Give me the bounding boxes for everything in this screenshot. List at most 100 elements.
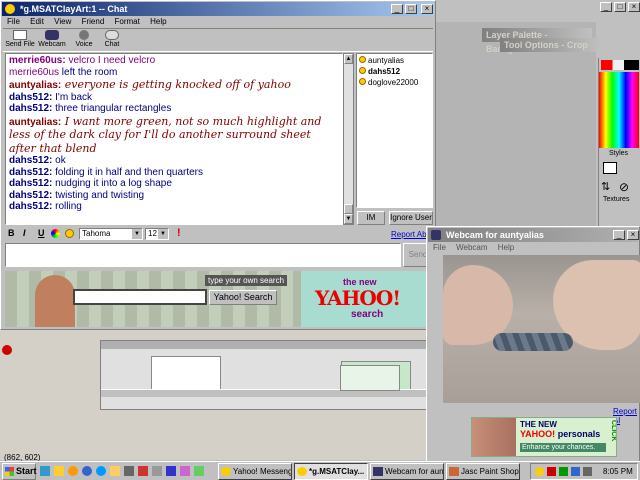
ad-person-image xyxy=(35,275,75,327)
media-icon[interactable] xyxy=(124,466,134,476)
app-icon[interactable] xyxy=(138,466,148,476)
chat-message: less of the dark clay for I'll do anothe… xyxy=(9,128,311,141)
desktop-icon[interactable] xyxy=(40,466,50,476)
user-list-item[interactable]: doglove22000 xyxy=(359,78,430,89)
user-status-icon xyxy=(359,67,366,74)
ad-search-input[interactable] xyxy=(73,289,207,305)
messenger-icon[interactable] xyxy=(68,466,78,476)
chat-message-area[interactable]: merrie60us: velcro I need velcro merrie6… xyxy=(5,53,343,225)
start-button[interactable]: Start xyxy=(2,463,37,480)
ie-icon[interactable] xyxy=(96,466,106,476)
webcam-window: Webcam for auntyalias _ × File Webcam He… xyxy=(426,226,640,462)
send-file-button[interactable]: Send File xyxy=(5,29,35,51)
webcam-button[interactable]: Webcam xyxy=(37,29,67,51)
chat-close-button[interactable]: × xyxy=(421,4,433,14)
chat-message: merrie60us left the room xyxy=(9,66,118,78)
im-button[interactable]: IM xyxy=(357,211,385,225)
ignore-user-button[interactable]: Ignore User xyxy=(389,211,433,225)
menu-edit[interactable]: Edit xyxy=(30,17,44,26)
webcam-title-bar[interactable]: Webcam for auntyalias xyxy=(428,228,638,242)
quick-launch xyxy=(40,464,216,479)
psp-null-icon[interactable]: ⊘ xyxy=(619,180,635,194)
word-icon[interactable] xyxy=(166,466,176,476)
menu-file[interactable]: File xyxy=(7,17,20,26)
font-size-select[interactable]: 12 ▼ xyxy=(145,228,169,240)
chat-title-bar[interactable]: *g.MSATClayArt:1 -- Chat xyxy=(2,2,434,16)
scroll-up-arrow[interactable]: ▲ xyxy=(344,54,353,64)
tray-icon-1[interactable] xyxy=(535,467,544,476)
task-yahoo-messenger[interactable]: Yahoo! Messenger xyxy=(218,463,292,480)
color-palette-icon[interactable] xyxy=(51,229,60,238)
yahoo-messenger-icon xyxy=(221,467,231,476)
psp-styles-swatch[interactable] xyxy=(601,160,639,178)
yahoo-search-ad[interactable]: type your own search Yahoo! Search the n… xyxy=(5,271,429,327)
scroll-thumb[interactable] xyxy=(344,204,353,214)
system-tray: 8:05 PM xyxy=(530,463,638,480)
chevron-down-icon: ▼ xyxy=(132,229,142,239)
chat-message: dahs512: folding it in half and then qua… xyxy=(9,166,204,178)
task-chat-window[interactable]: *g.MSATClay... xyxy=(294,463,368,480)
chat-input[interactable] xyxy=(5,243,401,267)
webcam-clay-log xyxy=(493,333,573,351)
tray-icon-2[interactable] xyxy=(547,467,556,476)
ad-yahoo-logo: YAHOO! xyxy=(315,286,401,310)
task-webcam[interactable]: Webcam for aunt... xyxy=(370,463,444,480)
chat-minimize-button[interactable]: _ xyxy=(391,4,403,14)
outlook-icon[interactable] xyxy=(54,466,64,476)
user-list-item[interactable]: dahs512 xyxy=(359,67,430,78)
voice-button[interactable]: Voice xyxy=(69,29,99,51)
user-list-item[interactable]: auntyalias xyxy=(359,56,430,67)
windows-logo-icon xyxy=(5,467,14,476)
chat-message: dahs512: rolling xyxy=(9,201,82,212)
webcam-menu-file[interactable]: File xyxy=(433,243,446,252)
user-status-icon xyxy=(359,78,366,85)
bold-button[interactable]: B xyxy=(8,228,15,238)
psp-color-spectrum[interactable] xyxy=(599,72,639,148)
psp-minimize-button[interactable]: _ xyxy=(600,2,612,12)
tray-icon-3[interactable] xyxy=(559,467,568,476)
chat-message: merrie60us: velcro I need velcro xyxy=(9,55,156,66)
user-status-icon xyxy=(359,56,366,63)
task-paint-shop-pro[interactable]: Jasc Paint Shop ... xyxy=(446,463,520,480)
psp-window-controls: _ □ × xyxy=(596,2,640,14)
font-select[interactable]: Tahoma ▼ xyxy=(79,228,143,240)
psp-tool-options-title[interactable]: Tool Options - Crop xyxy=(500,38,600,52)
chat-message: dahs512: nudging it into a log shape xyxy=(9,178,172,189)
psp-swap-icon[interactable]: ⇅ xyxy=(601,180,619,194)
psp-close-button[interactable]: × xyxy=(628,2,640,12)
clock[interactable]: 8:05 PM xyxy=(603,467,633,476)
menu-help[interactable]: Help xyxy=(150,17,166,26)
paint-shop-pro-window: _ □ × Layer Palette - Background Tool Op… xyxy=(436,0,640,230)
chat-scrollbar[interactable]: ▲ ▼ xyxy=(343,53,354,225)
browser-icon[interactable] xyxy=(82,466,92,476)
menu-format[interactable]: Format xyxy=(115,17,140,26)
tray-icon-4[interactable] xyxy=(571,467,580,476)
chat-button[interactable]: Chat xyxy=(97,29,127,51)
chat-bubble-icon xyxy=(105,30,119,40)
menu-view[interactable]: View xyxy=(54,17,71,26)
tray-icon-5[interactable] xyxy=(583,467,592,476)
tool-icon[interactable] xyxy=(152,466,162,476)
scroll-down-arrow[interactable]: ▼ xyxy=(344,214,353,224)
smiley-icon[interactable] xyxy=(65,229,74,238)
webcam-title: Webcam for auntyalias xyxy=(446,230,544,240)
psp-maximize-button[interactable]: □ xyxy=(614,2,626,12)
chat-maximize-button[interactable]: □ xyxy=(405,4,417,14)
underline-button[interactable]: U xyxy=(38,228,45,238)
menu-friend[interactable]: Friend xyxy=(82,17,105,26)
italic-button[interactable]: I xyxy=(23,228,26,238)
paint-icon[interactable] xyxy=(180,466,190,476)
webcam-menu-webcam[interactable]: Webcam xyxy=(456,243,487,252)
webcam-minimize-button[interactable]: _ xyxy=(613,230,625,240)
webcam-window-icon xyxy=(431,230,441,240)
webcam-menu-help[interactable]: Help xyxy=(498,243,514,252)
yahoo-personals-ad[interactable]: THE NEW YAHOO! personals Enhance your ch… xyxy=(471,417,617,457)
alert-icon[interactable]: ! xyxy=(177,227,181,239)
network-icon[interactable] xyxy=(194,466,204,476)
webcam-close-button[interactable]: × xyxy=(627,230,639,240)
ad-search-button[interactable]: Yahoo! Search xyxy=(209,290,277,305)
folder-icon[interactable] xyxy=(110,466,120,476)
psp-task-icon xyxy=(449,467,459,476)
ad-search-prompt: type your own search xyxy=(205,275,288,286)
chat-task-icon xyxy=(297,467,307,476)
